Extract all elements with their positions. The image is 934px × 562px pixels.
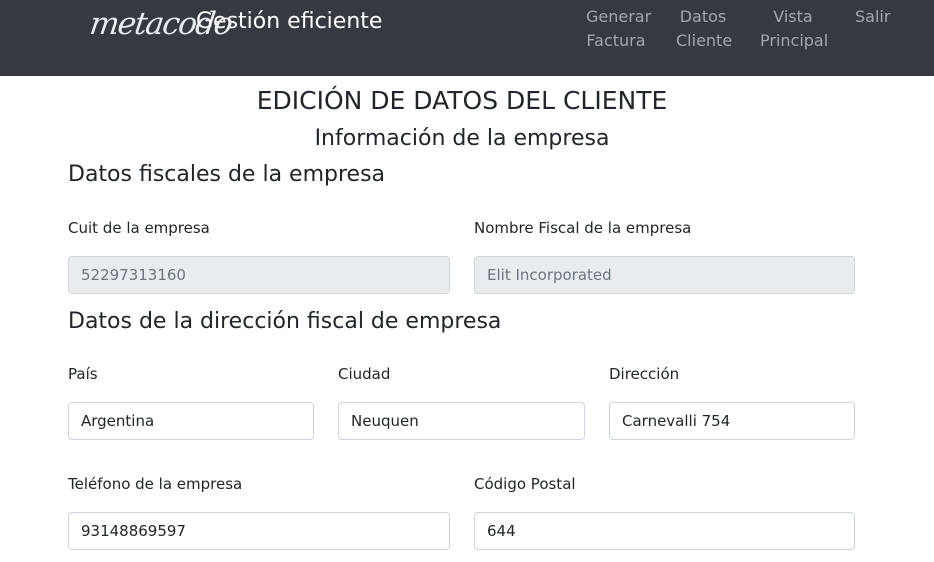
navbar: metacodo Gestión eficiente Generar Factu…: [0, 0, 934, 76]
section-title-fiscal: Datos fiscales de la empresa: [68, 162, 386, 187]
codigo-postal-label: Código Postal: [474, 475, 576, 493]
direccion-label: Dirección: [609, 365, 680, 383]
page-title: EDICIÓN DE DATOS DEL CLIENTE: [256, 86, 668, 115]
direccion-field[interactable]: [609, 402, 855, 440]
brand-title[interactable]: Gestión eficiente: [196, 9, 382, 34]
nav-generar-factura[interactable]: Generar Factura: [586, 5, 652, 53]
nav-label-line2: Cliente: [676, 31, 733, 50]
pais-label: País: [68, 365, 98, 383]
nav-label-line1: Datos: [679, 7, 727, 26]
cuit-field[interactable]: [68, 256, 450, 294]
section-title-direccion: Datos de la dirección fiscal de empresa: [68, 309, 502, 334]
telefono-label: Teléfono de la empresa: [68, 475, 243, 493]
ciudad-label: Ciudad: [338, 365, 391, 383]
nav-label-line1: Generar: [586, 7, 652, 26]
ciudad-field[interactable]: [338, 402, 585, 440]
codigo-postal-field[interactable]: [474, 512, 855, 550]
nav-datos-cliente[interactable]: Datos Cliente: [676, 5, 733, 53]
nav-vista-principal[interactable]: Vista Principal: [760, 5, 829, 53]
nombre-fiscal-field[interactable]: [474, 256, 855, 294]
nombre-fiscal-label: Nombre Fiscal de la empresa: [474, 219, 692, 237]
page-subtitle: Información de la empresa: [314, 126, 610, 151]
nav-salir[interactable]: Salir: [855, 5, 891, 29]
nav-label-line2: Principal: [760, 31, 829, 50]
pais-field[interactable]: [68, 402, 314, 440]
nav-label-line1: Vista: [773, 7, 813, 26]
nav-label-line2: Factura: [586, 31, 646, 50]
nav-label-line1: Salir: [855, 7, 891, 26]
cuit-label: Cuit de la empresa: [68, 219, 210, 237]
telefono-field[interactable]: [68, 512, 450, 550]
